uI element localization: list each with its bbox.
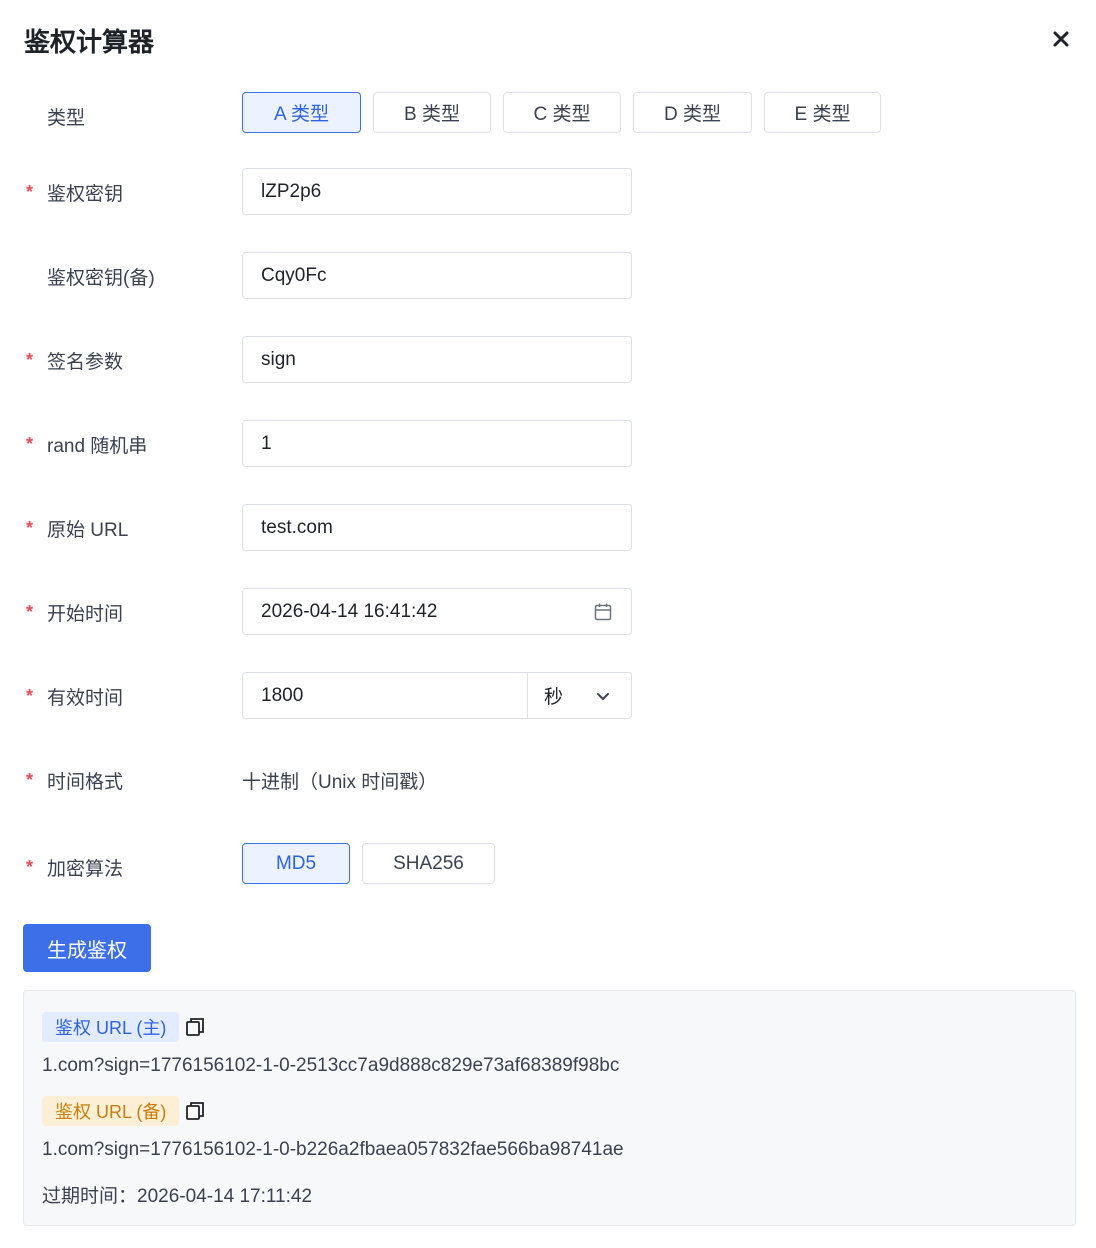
backup-url-tag: 鉴权 URL (备) (42, 1096, 180, 1126)
origin-url-row: * 原始 URL test.com (0, 504, 1096, 551)
calendar-icon[interactable] (593, 602, 613, 622)
primary-url-tag: 鉴权 URL (主) (42, 1012, 180, 1042)
required-mark: * (26, 518, 34, 538)
required-mark: * (26, 350, 34, 370)
type-option-d[interactable]: D 类型 (633, 92, 752, 133)
time-format-label: 时间格式 (47, 772, 124, 793)
time-unit-select[interactable]: 秒 (527, 672, 632, 719)
auth-key-label: 鉴权密钥 (47, 184, 124, 205)
primary-url-value: 1.com?sign=1776156102-1-0-2513cc7a9d888c… (42, 1055, 620, 1076)
required-mark: * (26, 686, 34, 706)
valid-time-label: 有效时间 (47, 688, 124, 709)
type-label: 类型 (47, 108, 86, 129)
result-panel: 鉴权 URL (主) 1.com?sign=1776156102-1-0-251… (23, 990, 1076, 1226)
close-icon[interactable] (1048, 26, 1074, 52)
type-option-a[interactable]: A 类型 (242, 92, 361, 133)
start-time-label: 开始时间 (47, 604, 124, 625)
rand-input[interactable]: 1 (242, 420, 632, 467)
type-option-b[interactable]: B 类型 (373, 92, 491, 133)
type-option-e[interactable]: E 类型 (764, 92, 881, 133)
time-format-value: 十进制（Unix 时间戳） (242, 772, 438, 793)
valid-time-row: * 有效时间 1800 秒 (0, 672, 1096, 719)
expire-time: 过期时间：2026-04-14 17:11:42 (42, 1181, 312, 1208)
auth-key-input[interactable]: lZP2p6 (242, 168, 632, 215)
algorithm-option-sha256[interactable]: SHA256 (362, 843, 495, 884)
type-option-c[interactable]: C 类型 (503, 92, 621, 133)
expire-label: 过期时间： (42, 1186, 138, 1207)
algorithm-label: 加密算法 (47, 859, 124, 880)
expire-value: 2026-04-14 17:11:42 (137, 1186, 313, 1207)
start-time-row: * 开始时间 2026-04-14 16:41:42 (0, 588, 1096, 635)
origin-url-label: 原始 URL (47, 520, 129, 541)
required-mark: * (26, 182, 34, 202)
sign-param-label: 签名参数 (47, 352, 124, 373)
required-mark: * (26, 434, 34, 454)
copy-icon[interactable] (184, 1100, 206, 1122)
origin-url-input[interactable]: test.com (242, 504, 632, 551)
sign-param-input[interactable]: sign (242, 336, 632, 383)
auth-key-backup-input[interactable]: Cqy0Fc (242, 252, 632, 299)
auth-key-backup-row: 鉴权密钥(备) Cqy0Fc (0, 252, 1096, 299)
copy-icon[interactable] (184, 1016, 206, 1038)
auth-key-backup-label: 鉴权密钥(备) (47, 268, 155, 289)
required-mark: * (26, 770, 34, 790)
start-time-picker[interactable]: 2026-04-14 16:41:42 (242, 588, 632, 635)
backup-url-value: 1.com?sign=1776156102-1-0-b226a2fbaea057… (42, 1139, 624, 1160)
required-mark: * (26, 602, 34, 622)
required-mark: * (26, 857, 34, 877)
dialog-title: 鉴权计算器 (24, 27, 155, 57)
generate-button[interactable]: 生成鉴权 (23, 924, 151, 972)
algorithm-row: * 加密算法 MD5 SHA256 (0, 843, 1096, 889)
time-format-row: * 时间格式 十进制（Unix 时间戳） (0, 756, 1096, 802)
chevron-down-icon (595, 688, 611, 704)
type-row: 类型 A 类型 B 类型 C 类型 D 类型 E 类型 (0, 92, 1096, 138)
sign-param-row: * 签名参数 sign (0, 336, 1096, 383)
auth-key-row: * 鉴权密钥 lZP2p6 (0, 168, 1096, 215)
rand-label: rand 随机串 (47, 436, 148, 457)
rand-row: * rand 随机串 1 (0, 420, 1096, 467)
valid-time-input[interactable]: 1800 (242, 672, 528, 719)
algorithm-option-md5[interactable]: MD5 (242, 843, 350, 884)
